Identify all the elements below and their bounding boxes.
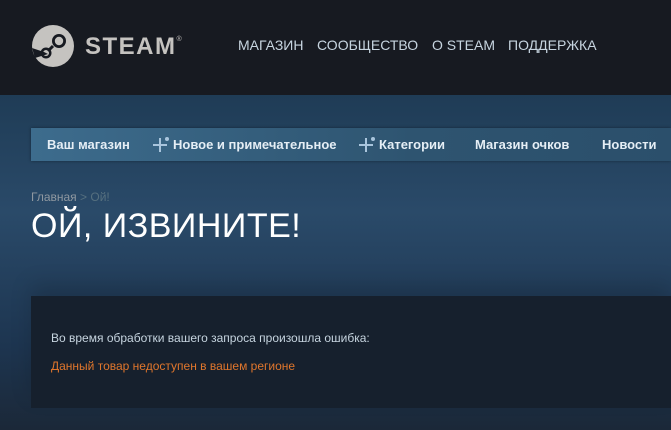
topnav-store[interactable]: МАГАЗИН: [238, 37, 303, 53]
breadcrumb-home-link[interactable]: Главная: [31, 190, 77, 204]
plus-icon: [359, 137, 375, 152]
steam-logo-text[interactable]: STEAM®: [85, 33, 182, 61]
topnav-community[interactable]: СООБЩЕСТВО: [317, 37, 418, 53]
breadcrumb: Главная > Ой!: [31, 190, 110, 204]
store-nav-news[interactable]: Новости: [602, 128, 657, 161]
error-panel: [31, 296, 671, 408]
breadcrumb-separator: >: [80, 190, 88, 204]
steam-logo-icon[interactable]: [31, 24, 75, 68]
page-title: ОЙ, ИЗВИНИТЕ!: [31, 207, 302, 245]
global-header: STEAM® МАГАЗИН СООБЩЕСТВО О STEAM ПОДДЕР…: [0, 0, 671, 95]
breadcrumb-current: Ой!: [90, 190, 110, 204]
store-nav-points-shop[interactable]: Магазин очков: [475, 128, 569, 161]
topnav-about[interactable]: О STEAM: [432, 37, 495, 53]
store-nav-your-store[interactable]: Ваш магазин: [47, 128, 130, 161]
store-nav: Ваш магазин Новое и примечательное Катег…: [31, 128, 671, 161]
topnav-support[interactable]: ПОДДЕРЖКА: [508, 37, 597, 53]
plus-icon: [153, 137, 169, 152]
error-message: Во время обработки вашего запроса произо…: [51, 331, 370, 345]
store-nav-categories[interactable]: Категории: [379, 128, 445, 161]
store-nav-new-noteworthy[interactable]: Новое и примечательное: [173, 128, 337, 161]
error-detail: Данный товар недоступен в вашем регионе: [51, 359, 296, 373]
